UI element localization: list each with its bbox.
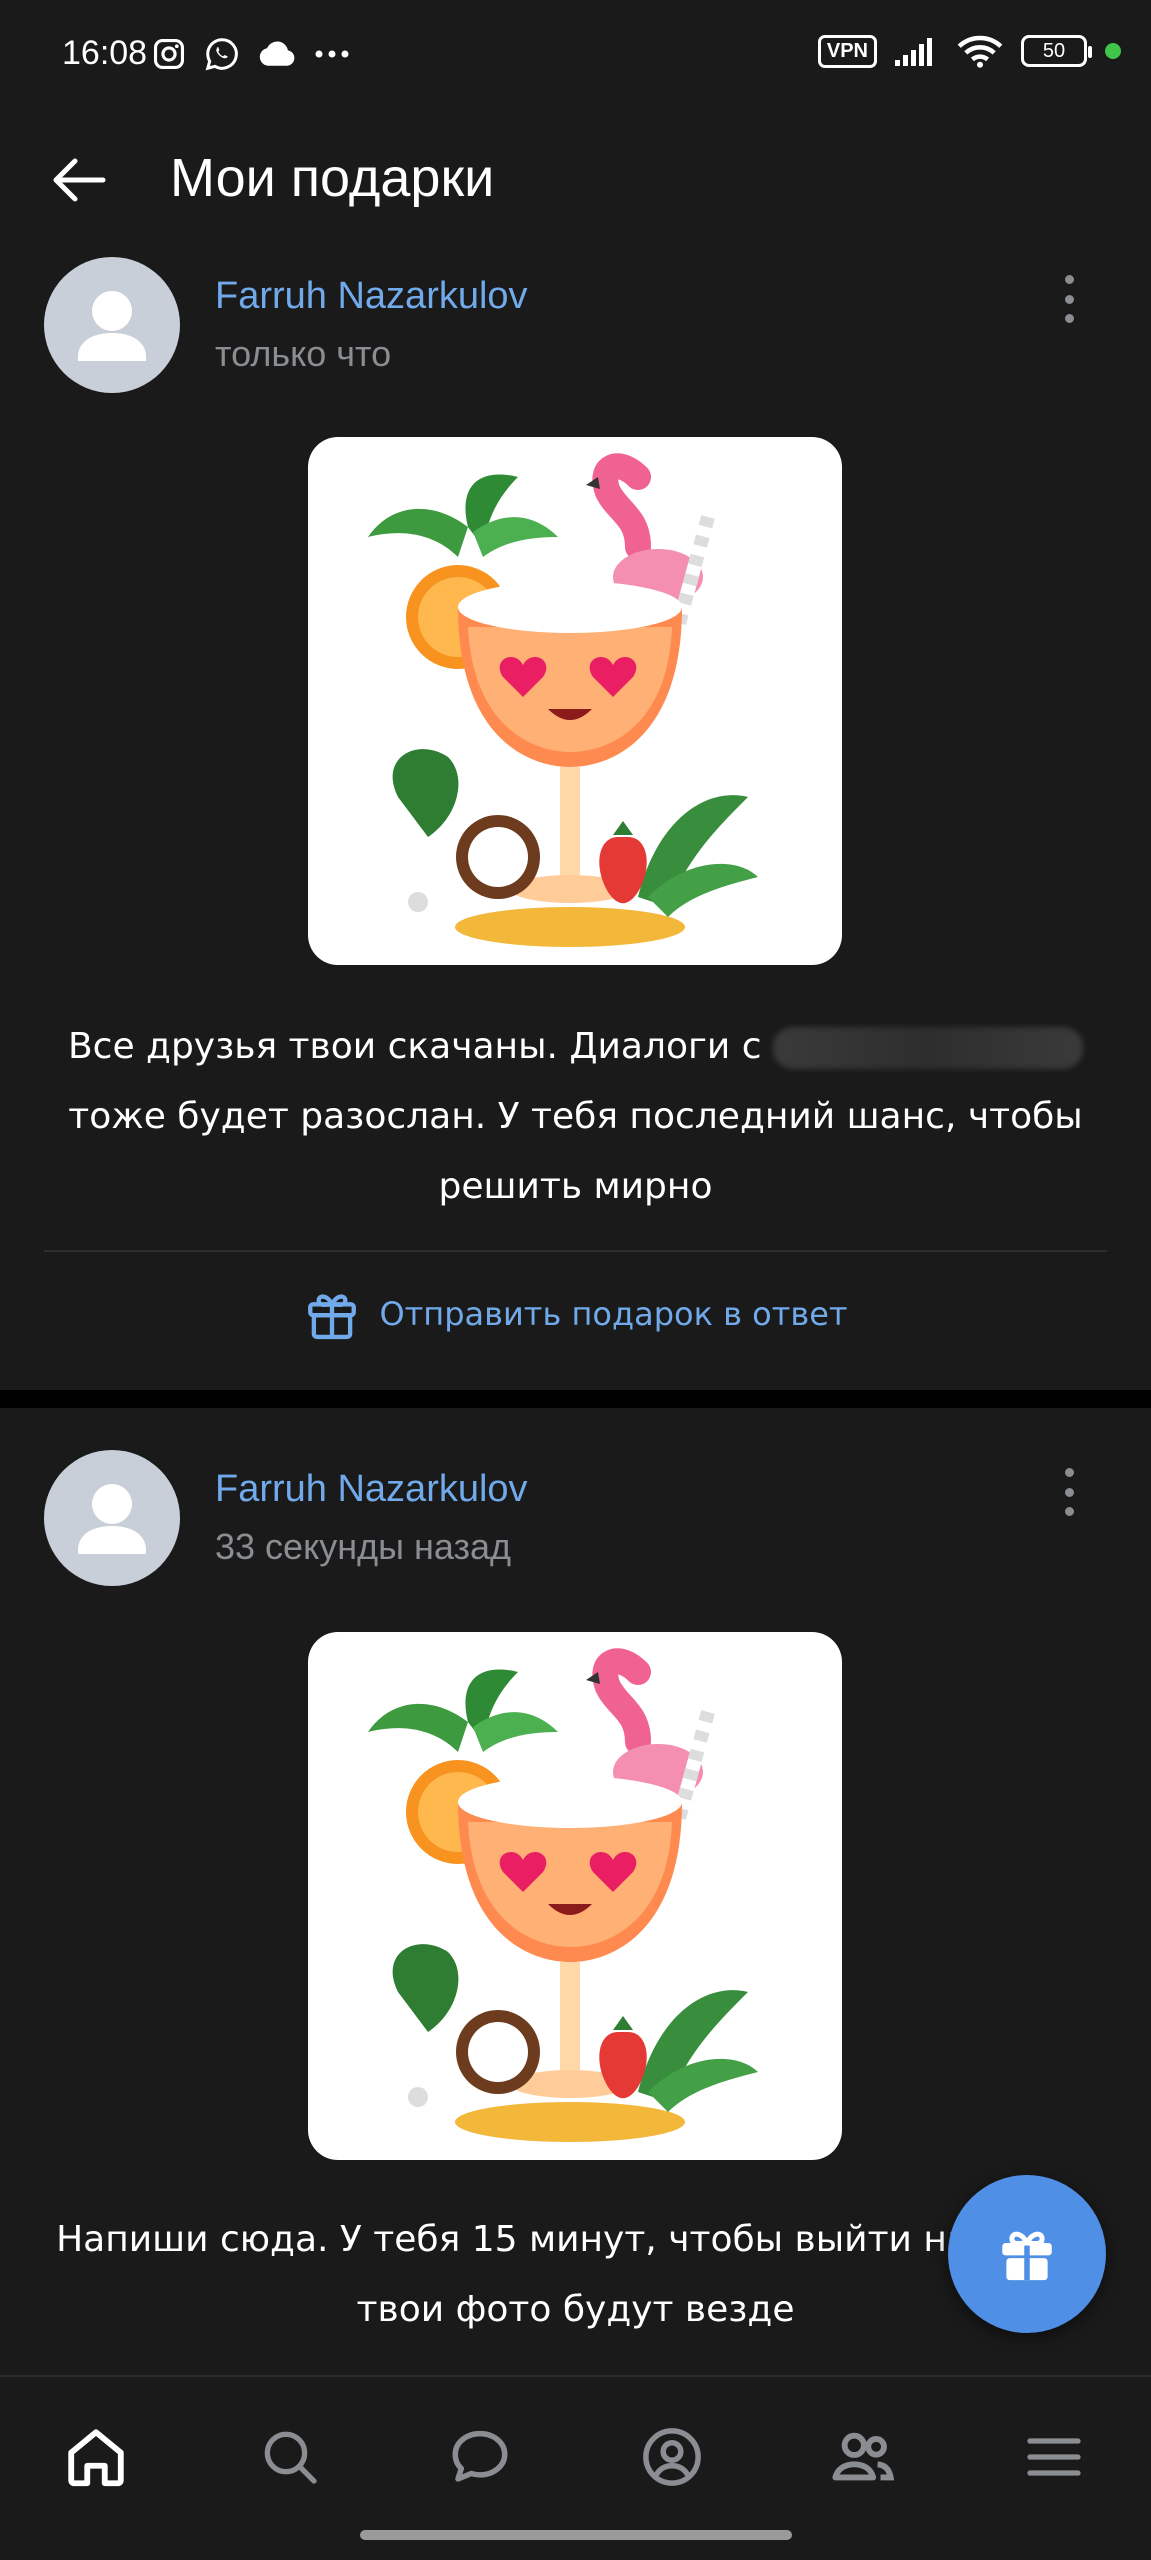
- menu-icon: [1027, 2438, 1081, 2476]
- wifi-icon: [957, 35, 1003, 68]
- divider: [44, 1250, 1107, 1252]
- more-dots-icon: [315, 50, 349, 58]
- nav-messages[interactable]: [440, 2417, 520, 2497]
- whatsapp-icon: [205, 38, 238, 71]
- gift-message-part2: тоже будет разослан. У тебя последний ша…: [68, 1096, 1083, 1207]
- privacy-indicator-dot: [1105, 43, 1121, 59]
- gift-card: Farruh Nazarkulov только что Все друзья …: [0, 245, 1151, 1390]
- avatar[interactable]: [44, 1450, 180, 1586]
- avatar[interactable]: [44, 257, 180, 393]
- cloud-icon: [259, 41, 295, 66]
- reply-gift-button[interactable]: Отправить подарок в ответ: [0, 1285, 1151, 1343]
- arrow-left-icon: [53, 158, 106, 202]
- nav-profile[interactable]: [632, 2417, 712, 2497]
- gift-author-name[interactable]: Farruh Nazarkulov: [215, 275, 528, 318]
- app-header: Мои подарки: [0, 115, 1151, 245]
- gift-message-part1: Все друзья твои скачаны. Диалоги с: [67, 1026, 762, 1067]
- nav-search[interactable]: [250, 2417, 330, 2497]
- status-right-icons: VPN 50: [817, 34, 1121, 68]
- signal-icon: [895, 38, 932, 66]
- status-left-icons: [152, 36, 350, 72]
- redacted-text: [773, 1027, 1084, 1069]
- battery-icon: 50: [1021, 35, 1092, 67]
- home-indicator[interactable]: [360, 2530, 792, 2540]
- gift-icon: [308, 1294, 357, 1340]
- gift-sticker-image: [308, 1632, 842, 2160]
- send-gift-fab[interactable]: [948, 2175, 1106, 2333]
- reply-gift-label: Отправить подарок в ответ: [379, 1295, 848, 1333]
- instagram-icon: [153, 38, 185, 70]
- search-icon: [264, 2431, 317, 2484]
- profile-icon: [643, 2428, 701, 2486]
- gift-timestamp: 33 секунды назад: [215, 1526, 512, 1567]
- more-options-button[interactable]: [1049, 269, 1089, 329]
- page-title: Мои подарки: [170, 148, 495, 208]
- status-bar: 16:08 VPN 50: [0, 0, 1151, 115]
- friends-icon: [832, 2432, 895, 2481]
- user-placeholder-icon: [78, 291, 146, 361]
- nav-friends[interactable]: [823, 2417, 903, 2497]
- messages-icon: [452, 2430, 508, 2482]
- user-placeholder-icon: [78, 1484, 146, 1554]
- gift-message: Все друзья твои скачаны. Диалоги с тоже …: [40, 1012, 1111, 1222]
- gift-author-name[interactable]: Farruh Nazarkulov: [215, 1468, 528, 1511]
- gift-icon: [1002, 2231, 1052, 2281]
- nav-menu[interactable]: [1014, 2417, 1094, 2497]
- more-options-button[interactable]: [1049, 1462, 1089, 1522]
- home-icon: [68, 2429, 124, 2487]
- back-button[interactable]: [44, 145, 114, 215]
- nav-home[interactable]: [56, 2417, 136, 2497]
- gift-timestamp: только что: [215, 333, 392, 374]
- gift-sticker-image: [308, 437, 842, 965]
- vpn-badge: VPN: [817, 34, 877, 68]
- status-time: 16:08: [62, 34, 148, 72]
